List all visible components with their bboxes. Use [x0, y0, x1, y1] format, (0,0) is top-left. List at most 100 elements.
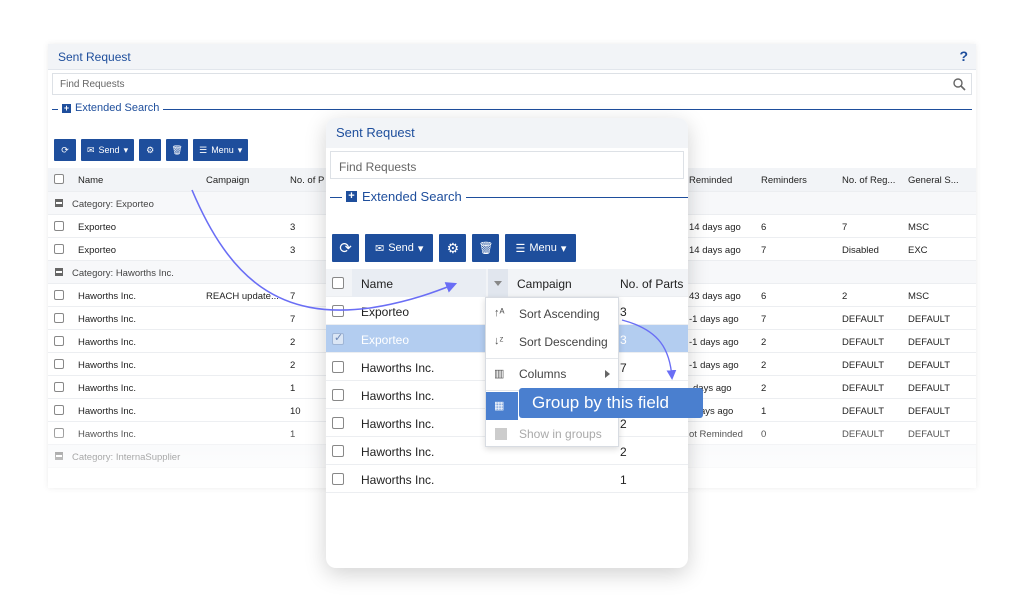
- delete-button[interactable]: 🗑: [472, 234, 500, 262]
- cell-name: Haworths Inc.: [78, 337, 137, 348]
- menu-button[interactable]: ☰ Menu ▾: [505, 234, 577, 262]
- card-table-header: Name Campaign No. of Parts: [326, 269, 688, 297]
- bg-search-input[interactable]: Find Requests: [52, 73, 972, 95]
- cell-name: Haworths Inc.: [361, 445, 435, 459]
- sort-ascending-icon: ↑ᴬ: [494, 307, 505, 319]
- cell-parts: 7: [290, 314, 296, 325]
- bg-send-label: Send: [98, 145, 120, 155]
- row-checkbox-checked[interactable]: [332, 331, 344, 345]
- cell-parts: 3: [290, 222, 296, 233]
- column-dropdown-trigger[interactable]: [488, 269, 508, 297]
- cell-reg: DEFAULT: [842, 406, 885, 417]
- cell-parts: 7: [290, 291, 296, 302]
- col-general[interactable]: General S...: [908, 175, 959, 186]
- cell-reminded: 14 days ago: [689, 222, 741, 233]
- col-campaign[interactable]: Campaign: [206, 175, 249, 186]
- row-checkbox[interactable]: [54, 405, 64, 415]
- collapse-icon[interactable]: [55, 199, 63, 207]
- bg-menu-button[interactable]: ☰ Menu ▾: [193, 139, 249, 161]
- row-checkbox[interactable]: [332, 361, 344, 373]
- row-checkbox[interactable]: [54, 290, 64, 300]
- row-checkbox[interactable]: [54, 244, 64, 254]
- trash-icon: 🗑: [478, 241, 494, 255]
- row-checkbox[interactable]: [54, 313, 64, 323]
- sort-ascending-label: Sort Ascending: [519, 307, 600, 321]
- card-search-input[interactable]: Find Requests: [330, 151, 684, 179]
- menu-separator: [486, 358, 618, 359]
- menu-item-columns[interactable]: ▥ Columns: [486, 360, 618, 388]
- group-label: Category: Haworths Inc.: [72, 268, 174, 279]
- col-name[interactable]: Name: [78, 175, 103, 186]
- bg-delete-button[interactable]: 🗑: [166, 139, 189, 161]
- refresh-icon: ⟳: [61, 144, 69, 155]
- cell-name: Haworths Inc.: [361, 473, 435, 487]
- expand-plus-icon[interactable]: +: [62, 103, 71, 113]
- trash-icon: 🗑: [171, 144, 183, 155]
- bg-send-button[interactable]: ✉ Send ▾: [81, 139, 135, 161]
- row-checkbox[interactable]: [54, 359, 64, 369]
- mail-icon: ✉: [87, 144, 95, 155]
- cell-name: Haworths Inc.: [78, 406, 137, 417]
- cell-reg: DEFAULT: [842, 360, 885, 371]
- row-checkbox[interactable]: [54, 428, 64, 438]
- cell-name: Haworths Inc.: [78, 429, 137, 440]
- card-title-bar: Sent Request: [326, 118, 688, 148]
- cell-general: EXC: [908, 245, 928, 256]
- menu-label: Menu: [529, 242, 557, 254]
- menu-item-sort-ascending[interactable]: ↑ᴬ Sort Ascending: [486, 300, 618, 328]
- row-checkbox[interactable]: [54, 336, 64, 346]
- cell-parts: 2: [290, 360, 296, 371]
- table-row[interactable]: Haworths Inc. 1: [326, 465, 688, 493]
- col-reminders[interactable]: Reminders: [761, 175, 807, 186]
- stage: Sent Request ? Find Requests + Extended …: [0, 0, 1024, 606]
- search-icon[interactable]: [952, 77, 966, 91]
- select-all-checkbox[interactable]: [54, 174, 64, 184]
- row-checkbox[interactable]: [54, 221, 64, 231]
- send-button[interactable]: ✉ Send ▾: [365, 234, 434, 262]
- bg-settings-button[interactable]: ⚙: [139, 139, 162, 161]
- group-by-field-callout[interactable]: Group by this field: [519, 388, 703, 418]
- select-all-checkbox[interactable]: [332, 277, 344, 289]
- bg-extended-search[interactable]: + Extended Search: [52, 102, 972, 116]
- cell-parts: 1: [290, 429, 296, 440]
- row-checkbox[interactable]: [54, 382, 64, 392]
- hamburger-icon: ☰: [199, 144, 208, 155]
- row-checkbox[interactable]: [332, 417, 344, 429]
- send-label: Send: [388, 242, 414, 254]
- col-name[interactable]: Name: [361, 277, 393, 291]
- cell-name: Exporteo: [361, 333, 410, 347]
- col-reminded[interactable]: Reminded: [689, 175, 732, 186]
- menu-item-sort-descending[interactable]: ↓ᶻ Sort Descending: [486, 328, 618, 356]
- help-icon[interactable]: ?: [959, 48, 968, 64]
- cell-name: Haworths Inc.: [361, 361, 435, 375]
- cell-reminders: 2: [761, 383, 767, 394]
- col-no-parts[interactable]: No. of P: [290, 175, 324, 186]
- card-extended-search[interactable]: + Extended Search: [330, 188, 688, 206]
- cell-name: Haworths Inc.: [78, 360, 137, 371]
- row-checkbox[interactable]: [332, 445, 344, 457]
- bg-refresh-button[interactable]: ⟳: [54, 139, 76, 161]
- row-checkbox[interactable]: [332, 389, 344, 401]
- row-checkbox[interactable]: [332, 305, 344, 317]
- columns-label: Columns: [519, 367, 567, 381]
- refresh-button[interactable]: ⟳: [332, 234, 359, 262]
- cell-parts: 7: [620, 361, 627, 375]
- cell-reg: Disabled: [842, 245, 879, 256]
- expand-plus-icon[interactable]: +: [346, 191, 357, 202]
- settings-button[interactable]: ⚙: [439, 234, 467, 262]
- col-no-reg[interactable]: No. of Reg...: [842, 175, 895, 186]
- row-checkbox[interactable]: [332, 473, 344, 485]
- columns-icon: ▥: [494, 368, 505, 380]
- cell-reminders: 2: [761, 360, 767, 371]
- col-campaign[interactable]: Campaign: [517, 277, 572, 291]
- collapse-icon[interactable]: [55, 452, 63, 460]
- cell-reg: DEFAULT: [842, 383, 885, 394]
- bg-menu-label: Menu: [211, 145, 234, 155]
- cell-name: Haworths Inc.: [361, 389, 435, 403]
- collapse-icon[interactable]: [55, 268, 63, 276]
- gear-icon: ⚙: [446, 239, 460, 256]
- caret-down-icon: ▾: [417, 242, 424, 255]
- col-no-parts[interactable]: No. of Parts: [620, 277, 683, 291]
- sort-descending-label: Sort Descending: [519, 335, 608, 349]
- cell-reminders: 0: [761, 429, 767, 440]
